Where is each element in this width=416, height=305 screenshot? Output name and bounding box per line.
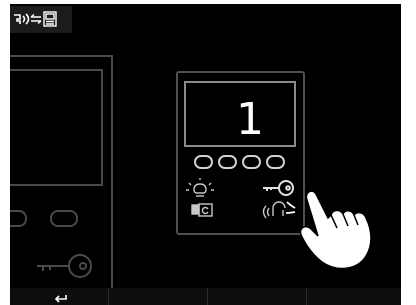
bottom-bar-slot-4 <box>307 288 400 305</box>
back-arrow-icon <box>54 295 67 303</box>
back-button[interactable] <box>10 288 109 305</box>
bottom-navigation-bar <box>10 288 401 305</box>
left-key-icon <box>37 254 92 278</box>
instruction-illustration <box>10 55 372 288</box>
monitor-number: 1 <box>236 94 264 145</box>
camera-icon <box>191 203 213 217</box>
bottom-bar-slot-3 <box>208 288 307 305</box>
help-screen: 1 <box>10 4 401 305</box>
key-icon <box>263 180 294 196</box>
tap-hand-icon <box>285 190 372 270</box>
bottom-bar-slot-2 <box>109 288 208 305</box>
left-monitor-outline <box>10 55 113 288</box>
light-icon <box>186 178 214 197</box>
intercom-icon <box>262 201 286 219</box>
monitor-buttons <box>194 155 285 169</box>
